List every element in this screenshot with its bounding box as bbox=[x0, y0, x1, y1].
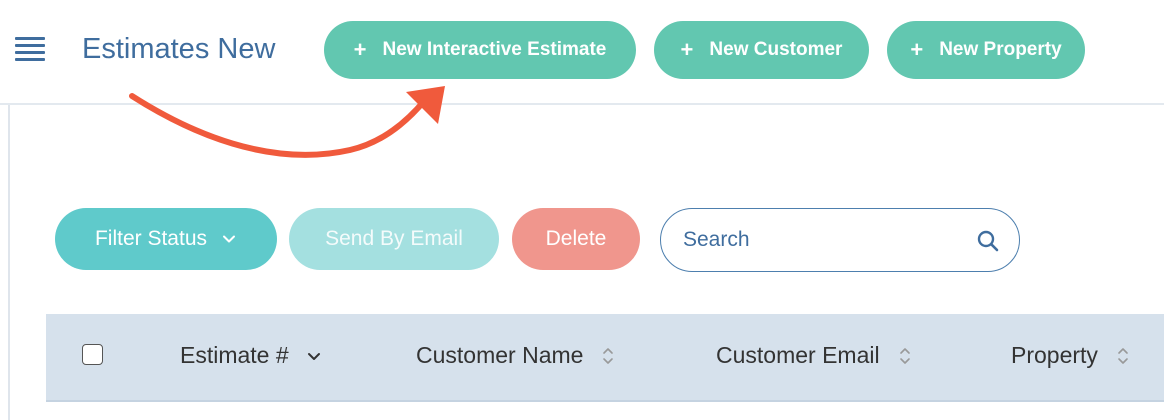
delete-label: Delete bbox=[545, 227, 607, 250]
send-by-email-label: Send By Email bbox=[325, 227, 463, 250]
chevron-down-icon bbox=[223, 235, 236, 243]
send-by-email-button[interactable]: Send By Email bbox=[289, 208, 499, 270]
annotation-arrow-icon bbox=[129, 86, 445, 158]
column-header-customer-name[interactable]: Customer Name bbox=[416, 342, 615, 369]
new-property-button[interactable]: + New Property bbox=[887, 21, 1085, 79]
new-interactive-estimate-label: New Interactive Estimate bbox=[382, 39, 607, 60]
filter-status-button[interactable]: Filter Status bbox=[55, 208, 277, 270]
filter-status-label: Filter Status bbox=[94, 227, 208, 250]
sort-desc-icon[interactable] bbox=[307, 345, 321, 367]
search-box bbox=[660, 208, 1020, 272]
table-header-divider bbox=[46, 400, 1164, 402]
new-property-label: New Property bbox=[939, 39, 1062, 60]
column-header-customer-email[interactable]: Customer Email bbox=[716, 342, 912, 369]
column-label: Estimate # bbox=[180, 342, 289, 368]
estimates-page: Estimates New + New Interactive Estimate… bbox=[0, 0, 1164, 420]
plus-icon: + bbox=[353, 37, 367, 62]
new-customer-button[interactable]: + New Customer bbox=[654, 21, 869, 79]
hamburger-menu-icon[interactable] bbox=[15, 37, 45, 63]
new-customer-label: New Customer bbox=[709, 39, 843, 60]
page-title: Estimates New bbox=[82, 33, 276, 65]
plus-icon: + bbox=[910, 37, 924, 62]
column-header-estimate-number[interactable]: Estimate # bbox=[180, 342, 321, 369]
column-label: Property bbox=[1011, 342, 1098, 368]
column-label: Customer Email bbox=[716, 342, 880, 368]
search-input[interactable] bbox=[683, 223, 963, 257]
table-header: Estimate # Customer Name Customer Email … bbox=[46, 314, 1164, 400]
select-all-checkbox[interactable] bbox=[82, 344, 103, 365]
column-header-property[interactable]: Property bbox=[1011, 342, 1130, 369]
column-label: Customer Name bbox=[416, 342, 584, 368]
sort-icon[interactable] bbox=[1116, 345, 1130, 367]
sort-icon[interactable] bbox=[601, 345, 615, 367]
new-interactive-estimate-button[interactable]: + New Interactive Estimate bbox=[324, 21, 636, 79]
delete-button[interactable]: Delete bbox=[512, 208, 640, 270]
search-icon[interactable] bbox=[976, 229, 1000, 253]
left-border bbox=[8, 105, 10, 420]
sort-icon[interactable] bbox=[898, 345, 912, 367]
plus-icon: + bbox=[680, 37, 694, 62]
